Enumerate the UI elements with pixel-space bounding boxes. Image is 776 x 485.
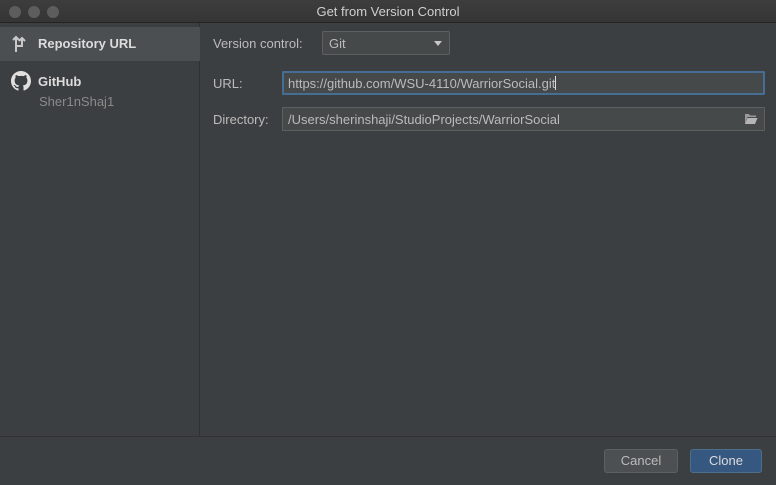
clone-button[interactable]: Clone xyxy=(690,449,762,473)
sidebar-item-label: Repository URL xyxy=(38,36,137,51)
directory-input[interactable]: /Users/sherinshaji/StudioProjects/Warrio… xyxy=(282,107,765,131)
sidebar: Repository URL GitHub Sher1nShaj1 xyxy=(0,23,200,436)
github-icon xyxy=(11,71,31,91)
url-value: https://github.com/WSU-4110/WarriorSocia… xyxy=(288,76,556,91)
sidebar-item-label: GitHub xyxy=(38,74,82,89)
version-control-select[interactable]: Git xyxy=(322,31,450,55)
title-bar: Get from Version Control xyxy=(0,0,776,23)
text-caret xyxy=(555,76,557,90)
version-control-label: Version control: xyxy=(213,36,303,51)
url-label: URL: xyxy=(213,76,243,91)
dialog-footer: Cancel Clone xyxy=(0,436,776,485)
window-title: Get from Version Control xyxy=(316,4,460,19)
sidebar-item-repository-url[interactable]: Repository URL xyxy=(0,27,200,61)
cancel-button[interactable]: Cancel xyxy=(604,449,678,473)
main-panel: Version control: Git URL: https://github… xyxy=(201,23,776,436)
github-account-name: Sher1nShaj1 xyxy=(39,94,115,109)
directory-label: Directory: xyxy=(213,112,269,127)
sidebar-item-github[interactable]: GitHub Sher1nShaj1 xyxy=(0,66,200,114)
folder-open-icon[interactable] xyxy=(744,113,758,125)
dialog-window: Get from Version Control Repository URL … xyxy=(0,0,776,485)
vcs-branch-icon xyxy=(12,35,26,52)
chevron-down-icon xyxy=(434,41,442,46)
directory-value: /Users/sherinshaji/StudioProjects/Warrio… xyxy=(288,112,560,127)
url-input[interactable]: https://github.com/WSU-4110/WarriorSocia… xyxy=(282,71,765,95)
version-control-value: Git xyxy=(329,36,346,51)
url-value-wrap: https://github.com/WSU-4110/WarriorSocia… xyxy=(288,76,557,91)
